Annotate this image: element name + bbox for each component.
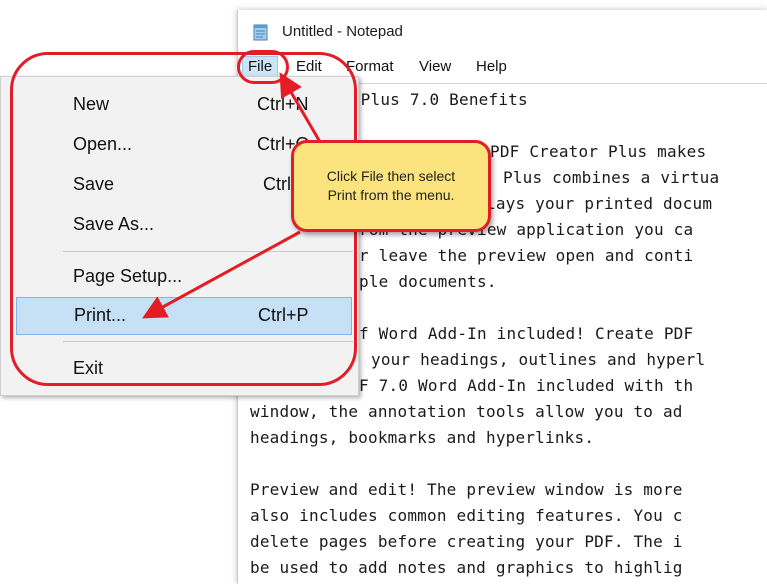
- menu-item-print[interactable]: Print... Ctrl+P: [16, 297, 352, 335]
- editor-line: lays your printed docum: [486, 194, 713, 213]
- menu-separator: [63, 251, 353, 252]
- menu-item-label: Page Setup...: [73, 266, 183, 286]
- menu-item-shortcut: Ctrl+P: [258, 305, 309, 325]
- menu-item-label: New: [73, 94, 110, 114]
- menu-item-label: Open...: [73, 134, 133, 154]
- menu-item-exit[interactable]: Exit: [16, 351, 352, 387]
- title-bar: Untitled - Notepad: [238, 10, 767, 54]
- editor-line: also includes common editing features. Y…: [250, 506, 683, 525]
- menu-item-page-setup[interactable]: Page Setup...: [16, 259, 352, 295]
- menu-edit[interactable]: Edit: [291, 57, 327, 76]
- menu-file[interactable]: File: [242, 56, 279, 77]
- file-menu-dropdown: New Ctrl+N Open... Ctrl+O Save Ctrl+S Sa…: [0, 76, 359, 396]
- notepad-icon: [252, 23, 270, 41]
- menu-format[interactable]: Format: [341, 57, 399, 76]
- editor-line: window, the annotation tools allow you t…: [250, 402, 683, 421]
- editor-line: delete pages before creating your PDF. T…: [250, 532, 683, 551]
- editor-line: Plus combines a virtua: [503, 168, 720, 187]
- menu-item-label: Print...: [74, 305, 127, 325]
- editor-line: headings, bookmarks and hyperlinks.: [250, 428, 595, 447]
- editor-line: f Word Add-In included! Create PDF: [359, 324, 694, 343]
- editor-line: ple documents.: [359, 272, 497, 291]
- instruction-callout: Click File then select Print from the me…: [291, 140, 491, 232]
- editor-line: Preview and edit! The preview window is …: [250, 480, 683, 499]
- callout-text: Click File then select Print from the me…: [326, 168, 456, 203]
- editor-line: be used to add notes and graphics to hig…: [250, 558, 683, 577]
- menu-item-label: Save As...: [73, 214, 155, 234]
- editor-line: F 7.0 Word Add-In included with th: [359, 376, 694, 395]
- menu-help[interactable]: Help: [471, 57, 512, 76]
- editor-line: r Plus 7.0 Benefits: [341, 90, 528, 109]
- editor-line: your headings, outlines and hyperl: [371, 350, 706, 369]
- menu-item-label: Exit: [73, 358, 104, 378]
- editor-line: PDF Creator Plus makes: [490, 142, 707, 161]
- menu-item-shortcut: Ctrl+N: [257, 94, 309, 114]
- menu-item-new[interactable]: New Ctrl+N: [16, 87, 352, 123]
- menu-view[interactable]: View: [414, 57, 456, 76]
- window-title: Untitled - Notepad: [282, 23, 403, 40]
- menu-separator: [63, 341, 353, 342]
- menu-item-label: Save: [73, 174, 115, 194]
- editor-line: r leave the preview open and conti: [359, 246, 694, 265]
